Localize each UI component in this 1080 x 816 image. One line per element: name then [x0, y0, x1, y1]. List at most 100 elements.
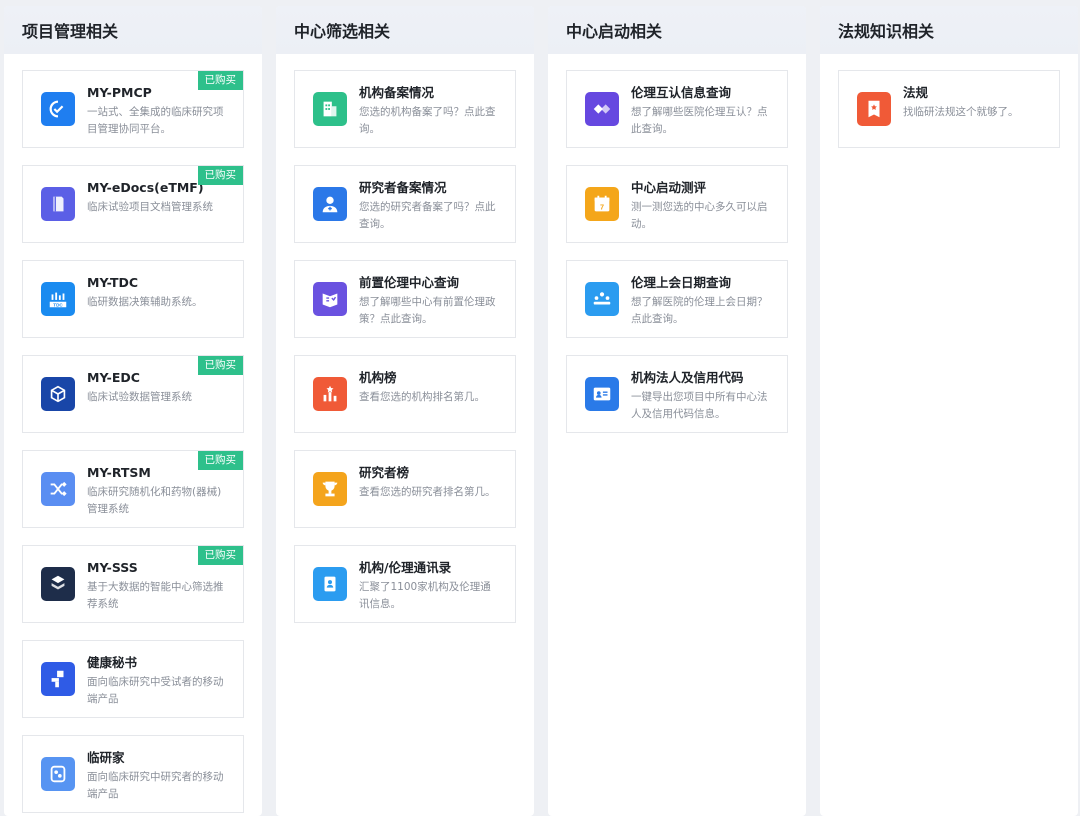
product-card[interactable]: 研究者备案情况您选的研究者备案了吗？点此查询。 [294, 165, 516, 243]
product-card[interactable]: MY-PMCP 一站式、全集成的临床研究项目管理协同平台。 已购买 [22, 70, 244, 148]
calendar-icon: 7 [585, 187, 619, 221]
card-description: 查看您选的机构排名第几。 [359, 391, 485, 403]
card-title: MY-TDC [87, 275, 139, 290]
card-text: MY-SSS 基于大数据的智能中心筛选推荐系统 [87, 560, 231, 613]
purchased-badge: 已购买 [197, 451, 243, 470]
column-center-startup: 中心启动相关 伦理互认信息查询想了解哪些医院伦理互认？点此查询。 7 中心启动测评测… [548, 6, 806, 816]
column-project-management: 项目管理相关 MY-PMCP 一站式、全集成的临床研究项目管理协同平台。 已购买 MY… [4, 6, 262, 816]
regulation-icon [857, 92, 891, 126]
card-title: 机构法人及信用代码 [631, 370, 744, 385]
card-description: 面向临床研究中受试者的移动端产品 [87, 676, 224, 705]
card-text: MY-EDC 临床试验数据管理系统 [87, 370, 231, 406]
card-description: 想了解哪些中心有前置伦理政策？点此查询。 [359, 296, 496, 325]
product-card[interactable]: 伦理上会日期查询想了解医院的伦理上会日期？点此查询。 [566, 260, 788, 338]
card-text: 中心启动测评测一测您选的中心多久可以启动。 [631, 180, 775, 233]
card-text: 法规找临研法规这个就够了。 [903, 85, 1047, 121]
card-text: 伦理互认信息查询想了解哪些医院伦理互认？点此查询。 [631, 85, 775, 138]
sss-icon [41, 567, 75, 601]
card-title: 研究者备案情况 [359, 180, 447, 195]
edc-icon [41, 377, 75, 411]
card-title: 前置伦理中心查询 [359, 275, 460, 290]
card-title: 健康秘书 [87, 655, 138, 670]
card-description: 找临研法规这个就够了。 [903, 106, 1019, 118]
ethics-book-icon [313, 282, 347, 316]
card-description: 临床研究随机化和药物(器械)管理系统 [87, 486, 222, 515]
card-text: 机构/伦理通讯录汇聚了1100家机构及伦理通讯信息。 [359, 560, 503, 613]
card-title: 伦理上会日期查询 [631, 275, 732, 290]
column-title: 中心筛选相关 [276, 6, 534, 54]
trophy-icon [313, 472, 347, 506]
purchased-badge: 已购买 [197, 546, 243, 565]
card-description: 测一测您选的中心多久可以启动。 [631, 201, 768, 230]
purchased-badge: 已购买 [197, 71, 243, 90]
column-title: 法规知识相关 [820, 6, 1078, 54]
card-title: 机构备案情况 [359, 85, 435, 100]
product-card[interactable]: 7 中心启动测评测一测您选的中心多久可以启动。 [566, 165, 788, 243]
product-card[interactable]: TDC MY-TDC 临研数据决策辅助系统。 [22, 260, 244, 338]
card-description: 一键导出您项目中所有中心法人及信用代码信息。 [631, 391, 768, 420]
product-card[interactable]: 法规找临研法规这个就够了。 [838, 70, 1060, 148]
ranking-chart-icon [313, 377, 347, 411]
card-description: 基于大数据的智能中心筛选推荐系统 [87, 581, 224, 610]
purchased-badge: 已购买 [197, 166, 243, 185]
rtsm-icon [41, 472, 75, 506]
card-description: 面向临床研究中研究者的移动端产品 [87, 771, 224, 800]
product-card[interactable]: MY-EDC 临床试验数据管理系统 已购买 [22, 355, 244, 433]
purchased-badge: 已购买 [197, 356, 243, 375]
card-title: 研究者榜 [359, 465, 410, 480]
product-card[interactable]: MY-SSS 基于大数据的智能中心筛选推荐系统 已购买 [22, 545, 244, 623]
card-text: 机构备案情况您选的机构备案了吗？点此查询。 [359, 85, 503, 138]
card-text: 临研家面向临床研究中研究者的移动端产品 [87, 750, 231, 803]
meeting-icon [585, 282, 619, 316]
column-center-screening: 中心筛选相关 机构备案情况您选的机构备案了吗？点此查询。研究者备案情况您选的研究… [276, 6, 534, 816]
product-card[interactable]: 机构法人及信用代码一键导出您项目中所有中心法人及信用代码信息。 [566, 355, 788, 433]
card-description: 一站式、全集成的临床研究项目管理协同平台。 [87, 106, 224, 135]
card-text: 研究者榜查看您选的研究者排名第几。 [359, 465, 503, 501]
building-icon [313, 92, 347, 126]
card-text: MY-eDocs(eTMF) 临床试验项目文档管理系统 [87, 180, 231, 216]
card-text: 研究者备案情况您选的研究者备案了吗？点此查询。 [359, 180, 503, 233]
card-text: 前置伦理中心查询想了解哪些中心有前置伦理政策？点此查询。 [359, 275, 503, 328]
card-title: 机构/伦理通讯录 [359, 560, 452, 575]
tdc-icon: TDC [41, 282, 75, 316]
card-title: 中心启动测评 [631, 180, 707, 195]
svg-text:TDC: TDC [53, 302, 63, 307]
card-description: 查看您选的研究者排名第几。 [359, 486, 496, 498]
card-text: MY-TDC 临研数据决策辅助系统。 [87, 275, 231, 311]
id-card-icon [585, 377, 619, 411]
card-text: 机构榜查看您选的机构排名第几。 [359, 370, 503, 406]
svg-text:7: 7 [600, 203, 604, 212]
product-card[interactable]: 临研家面向临床研究中研究者的移动端产品 [22, 735, 244, 813]
product-card[interactable]: 前置伦理中心查询想了解哪些中心有前置伦理政策？点此查询。 [294, 260, 516, 338]
product-card[interactable]: 机构备案情况您选的机构备案了吗？点此查询。 [294, 70, 516, 148]
card-description: 您选的机构备案了吗？点此查询。 [359, 106, 496, 135]
card-description: 想了解哪些医院伦理互认？点此查询。 [631, 106, 768, 135]
product-card[interactable]: MY-eDocs(eTMF) 临床试验项目文档管理系统 已购买 [22, 165, 244, 243]
contacts-book-icon [313, 567, 347, 601]
product-card[interactable]: 机构榜查看您选的机构排名第几。 [294, 355, 516, 433]
card-description: 临床试验项目文档管理系统 [87, 201, 213, 213]
card-text: 健康秘书面向临床研究中受试者的移动端产品 [87, 655, 231, 708]
card-text: 机构法人及信用代码一键导出您项目中所有中心法人及信用代码信息。 [631, 370, 775, 423]
doctor-icon [313, 187, 347, 221]
product-card[interactable]: 机构/伦理通讯录汇聚了1100家机构及伦理通讯信息。 [294, 545, 516, 623]
card-description: 您选的研究者备案了吗？点此查询。 [359, 201, 496, 230]
edocs-icon [41, 187, 75, 221]
card-title: 临研家 [87, 750, 125, 765]
card-description: 想了解医院的伦理上会日期？点此查询。 [631, 296, 768, 325]
health-secretary-icon [41, 662, 75, 696]
product-card[interactable]: 健康秘书面向临床研究中受试者的移动端产品 [22, 640, 244, 718]
card-description: 临研数据决策辅助系统。 [87, 296, 203, 308]
column-regulations: 法规知识相关 法规找临研法规这个就够了。 [820, 6, 1078, 816]
card-text: 伦理上会日期查询想了解医院的伦理上会日期？点此查询。 [631, 275, 775, 328]
card-title: 法规 [903, 85, 929, 100]
card-title: 机构榜 [359, 370, 397, 385]
product-card[interactable]: 研究者榜查看您选的研究者排名第几。 [294, 450, 516, 528]
card-text: MY-RTSM 临床研究随机化和药物(器械)管理系统 [87, 465, 231, 518]
card-description: 临床试验数据管理系统 [87, 391, 192, 403]
card-title: 伦理互认信息查询 [631, 85, 732, 100]
product-card[interactable]: MY-RTSM 临床研究随机化和药物(器械)管理系统 已购买 [22, 450, 244, 528]
card-description: 汇聚了1100家机构及伦理通讯信息。 [359, 581, 491, 610]
product-card[interactable]: 伦理互认信息查询想了解哪些医院伦理互认？点此查询。 [566, 70, 788, 148]
column-title: 中心启动相关 [548, 6, 806, 54]
